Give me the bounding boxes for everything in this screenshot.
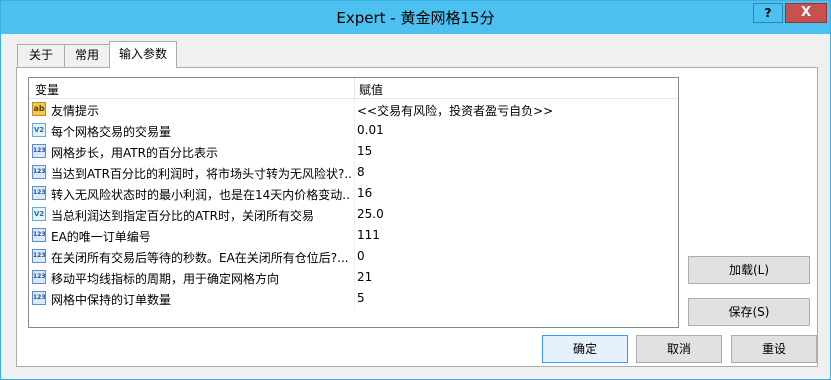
- column-header-variable[interactable]: 变量: [35, 81, 59, 98]
- integer-value-icon: 123: [32, 144, 46, 158]
- table-row[interactable]: 123 当达到ATR百分比的利润时，将市场头寸转为无风险状?... 8: [29, 162, 678, 183]
- ab-string-icon: ab: [32, 102, 46, 116]
- table-row[interactable]: V2 每个网格交易的交易量 0.01: [29, 120, 678, 141]
- table-row[interactable]: 123 网格中保持的订单数量 5: [29, 288, 678, 309]
- close-button[interactable]: X: [785, 3, 827, 23]
- table-row[interactable]: 123 在关闭所有交易后等待的秒数。EA在关闭所有仓位后?... 0: [29, 246, 678, 267]
- reset-button[interactable]: 重设: [731, 335, 817, 363]
- inputs-grid: 变量 赋值 ab 友情提示 <<交易有风险，投资者盈亏自负>> V2 每个网格交易的交易…: [28, 77, 679, 328]
- column-header-value[interactable]: 赋值: [359, 81, 383, 98]
- variable-name: 移动平均线指标的周期，用于确定网格方向: [51, 272, 280, 286]
- cell-divider: [354, 225, 355, 246]
- integer-value-icon: 123: [32, 186, 46, 200]
- cell-divider: [354, 99, 355, 120]
- variable-name: 在关闭所有交易后等待的秒数。EA在关闭所有仓位后?...: [51, 251, 349, 265]
- table-row[interactable]: ab 友情提示 <<交易有风险，投资者盈亏自负>>: [29, 99, 678, 120]
- variable-value[interactable]: <<交易有风险，投资者盈亏自负>>: [357, 102, 675, 119]
- grid-header: 变量 赋值: [29, 78, 678, 99]
- table-row[interactable]: 123 转入无风险状态时的最小利润，也是在14天内价格变动... 16: [29, 183, 678, 204]
- expert-properties-dialog: Expert - 黄金网格15分 ? X 关于 常用 输入参数 变量 赋值 ab…: [0, 0, 831, 380]
- variable-value[interactable]: 21: [357, 270, 675, 284]
- variable-name: 网格步长，用ATR的百分比表示: [51, 146, 218, 160]
- cell-divider: [354, 120, 355, 141]
- variable-name: 友情提示: [51, 104, 100, 118]
- table-row[interactable]: V2 当总利润达到指定百分比的ATR时，关闭所有交易 25.0: [29, 204, 678, 225]
- variable-value[interactable]: 5: [357, 291, 675, 305]
- variable-value[interactable]: 15: [357, 144, 675, 158]
- cell-divider: [354, 204, 355, 225]
- variable-value[interactable]: 0: [357, 249, 675, 263]
- tab-inputs[interactable]: 输入参数: [109, 41, 177, 68]
- table-row[interactable]: 123 移动平均线指标的周期，用于确定网格方向 21: [29, 267, 678, 288]
- cell-divider: [354, 162, 355, 183]
- variable-name: 当总利润达到指定百分比的ATR时，关闭所有交易: [51, 209, 314, 223]
- double-value-icon: V2: [32, 207, 46, 221]
- variable-name: 转入无风险状态时的最小利润，也是在14天内价格变动...: [51, 188, 351, 202]
- save-button[interactable]: 保存(S): [688, 298, 810, 326]
- table-row[interactable]: 123 EA的唯一订单编号 111: [29, 225, 678, 246]
- integer-value-icon: 123: [32, 291, 46, 305]
- help-button[interactable]: ?: [753, 3, 783, 23]
- integer-value-icon: 123: [32, 270, 46, 284]
- variable-name: 当达到ATR百分比的利润时，将市场头寸转为无风险状?...: [51, 167, 351, 181]
- cell-divider: [354, 183, 355, 204]
- cancel-button[interactable]: 取消: [636, 335, 722, 363]
- variable-value[interactable]: 16: [357, 186, 675, 200]
- variable-value[interactable]: 0.01: [357, 123, 675, 137]
- cell-divider: [354, 288, 355, 309]
- integer-value-icon: 123: [32, 165, 46, 179]
- column-divider[interactable]: [354, 78, 355, 98]
- variable-name: 网格中保持的订单数量: [51, 293, 172, 307]
- window-title: Expert - 黄金网格15分: [336, 9, 495, 27]
- variable-value[interactable]: 111: [357, 228, 675, 242]
- load-button[interactable]: 加载(L): [688, 256, 810, 284]
- cell-divider: [354, 267, 355, 288]
- variable-name: 每个网格交易的交易量: [51, 125, 172, 139]
- table-row[interactable]: 123 网格步长，用ATR的百分比表示 15: [29, 141, 678, 162]
- cell-divider: [354, 246, 355, 267]
- tab-common[interactable]: 常用: [64, 44, 110, 67]
- integer-value-icon: 123: [32, 228, 46, 242]
- double-value-icon: V2: [32, 123, 46, 137]
- cell-divider: [354, 141, 355, 162]
- variable-name: EA的唯一订单编号: [51, 230, 151, 244]
- tab-about[interactable]: 关于: [17, 44, 65, 67]
- variable-value[interactable]: 8: [357, 165, 675, 179]
- title-bar[interactable]: Expert - 黄金网格15分 ? X: [1, 1, 830, 34]
- integer-value-icon: 123: [32, 249, 46, 263]
- variable-value[interactable]: 25.0: [357, 207, 675, 221]
- ok-button[interactable]: 确定: [542, 335, 628, 363]
